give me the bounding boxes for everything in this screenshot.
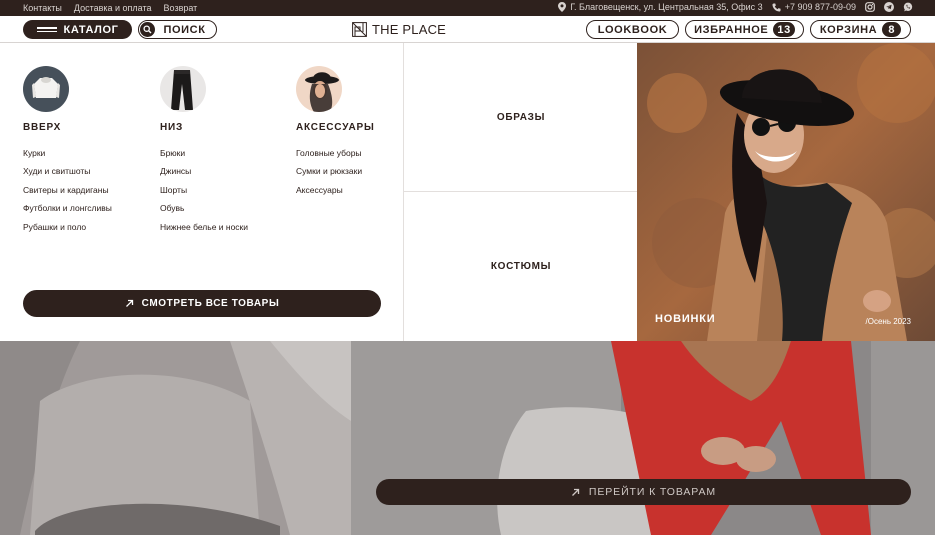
top-links: Контакты Доставка и оплата Возврат [23,3,197,13]
menu-link[interactable]: Головные уборы [296,147,362,165]
favorites-label: ИЗБРАННОЕ [694,23,769,36]
address-text: Г. Благовещенск, ул. Центральная 35, Офи… [570,2,763,12]
arrow-up-right-icon [125,299,133,307]
looks-label: ОБРАЗЫ [496,111,546,123]
phone-icon [772,2,781,12]
category-list: Головные уборы Сумки и рюкзаки Аксессуар… [296,147,362,202]
catalog-label: КАТАЛОГ [63,23,119,36]
promo-image [637,43,935,341]
accessories-thumbnail[interactable] [296,66,342,112]
category-title[interactable]: АКСЕССУАРЫ [296,122,375,133]
go-to-products-button[interactable]: ПЕРЕЙТИ К ТОВАРАМ [376,479,911,505]
catalog-menu: ВВЕРХ Курки Худи и свитшоты Свитеры и ка… [0,43,403,341]
tops-thumbnail[interactable] [23,66,69,112]
view-all-products-button[interactable]: СМОТРЕТЬ ВСЕ ТОВАРЫ [23,290,381,317]
menu-link[interactable]: Рубашки и поло [23,221,112,239]
returns-link[interactable]: Возврат [164,3,198,13]
suits-label: КОСТЮМЫ [490,261,552,272]
menu-link[interactable]: Сумки и рюкзаки [296,165,362,183]
search-icon [140,22,155,37]
lookbook-button[interactable]: LOOKBOOK [586,20,679,39]
hero-image-right [351,341,935,535]
arrow-up-right-icon [571,488,580,496]
hero-image-left [0,341,351,535]
category-list: Курки Худи и свитшоты Свитеры и кардиган… [23,147,112,239]
catalog-button[interactable]: КАТАЛОГ [23,20,132,39]
menu-link[interactable]: Худи и свитшоты [23,165,112,183]
new-arrivals-promo[interactable]: НОВИНКИ /Осень 2023 [637,43,935,341]
menu-link[interactable]: Футболки и лонгсливы [23,202,112,220]
cart-count-badge: 8 [882,22,902,37]
favorites-count-badge: 13 [773,22,795,37]
promo-label: НОВИНКИ [655,313,716,325]
search-label: ПОИСК [163,23,206,36]
view-all-label: СМОТРЕТЬ ВСЕ ТОВАРЫ [141,298,280,309]
delivery-link[interactable]: Доставка и оплата [74,3,152,13]
promo-season-tag: /Осень 2023 [865,317,912,326]
logo-text: THE PLACE [372,22,447,37]
go-to-products-label: ПЕРЕЙТИ К ТОВАРАМ [588,486,717,498]
favorites-button[interactable]: ИЗБРАННОЕ 13 [685,20,804,39]
whatsapp-icon[interactable] [903,2,913,12]
menu-link[interactable]: Брюки [160,147,248,165]
category-title[interactable]: НИЗ [160,122,183,133]
bottoms-thumbnail[interactable] [160,66,206,112]
collections-panel: ОБРАЗЫ КОСТЮМЫ [403,43,638,341]
search-button[interactable]: ПОИСК [138,20,217,39]
logo-icon [352,22,367,37]
category-title[interactable]: ВВЕРХ [23,122,61,133]
telegram-icon[interactable] [884,2,894,12]
menu-link[interactable]: Нижнее белье и носки [160,221,248,239]
contacts-link[interactable]: Контакты [23,3,62,13]
cart-label: КОРЗИНА [819,23,878,36]
top-bar: Контакты Доставка и оплата Возврат Г. Бл… [0,0,935,16]
phone[interactable]: +7 909 877-09-09 [772,2,856,12]
menu-link[interactable]: Обувь [160,202,248,220]
lookbook-label: LOOKBOOK [597,23,668,36]
menu-link[interactable]: Свитеры и кардиганы [23,184,112,202]
phone-number: +7 909 877-09-09 [784,2,856,12]
menu-link[interactable]: Шорты [160,184,248,202]
header: КАТАЛОГ ПОИСК THE PLACE LOOKBOOK ИЗБРАНН… [0,16,935,43]
menu-icon [36,25,57,34]
menu-link[interactable]: Курки [23,147,112,165]
location-pin-icon [558,2,567,12]
looks-link[interactable]: ОБРАЗЫ [404,43,638,192]
menu-link[interactable]: Аксессуары [296,184,362,202]
menu-link[interactable]: Джинсы [160,165,248,183]
address: Г. Благовещенск, ул. Центральная 35, Офи… [558,2,763,12]
suits-link[interactable]: КОСТЮМЫ [404,192,638,341]
contact-info: Г. Благовещенск, ул. Центральная 35, Офи… [558,2,913,12]
logo[interactable]: THE PLACE [352,22,446,37]
category-list: Брюки Джинсы Шорты Обувь Нижнее белье и … [160,147,248,239]
cart-button[interactable]: КОРЗИНА 8 [810,20,911,39]
instagram-icon[interactable] [865,2,875,12]
